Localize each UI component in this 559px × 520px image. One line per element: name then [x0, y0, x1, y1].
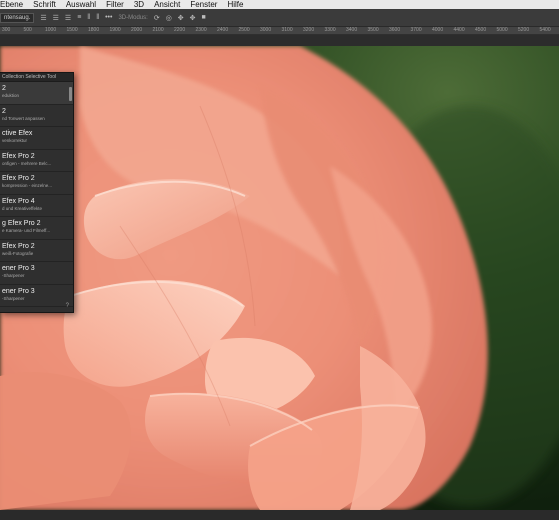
panel-item-dfine[interactable]: 2 eduktion — [0, 82, 73, 105]
menu-fenster[interactable]: Fenster — [190, 0, 217, 9]
panel-item-title: g Efex Pro 2 — [2, 220, 41, 227]
ruler-tick: 4400 — [453, 27, 465, 33]
ruler-tick: 3000 — [260, 27, 272, 33]
panel-item-title: Efex Pro 4 — [2, 197, 35, 205]
panel-item-title: Efex Pro 2 — [2, 175, 35, 182]
3d-mode-label: 3D-Modus: — [118, 14, 148, 21]
ruler-tick: 1800 — [88, 27, 100, 33]
ruler-tick: 3700 — [410, 27, 422, 33]
panel-item-hdr-efex-merge[interactable]: Efex Pro 2 onfigen - mehrere Belc... — [0, 150, 73, 172]
ruler-tick: 1500 — [66, 27, 78, 33]
distribute-vertical-icon[interactable]: ‖ — [87, 14, 90, 21]
distribute-icon[interactable]: ≡ — [77, 14, 81, 21]
menu-3d[interactable]: 3D — [134, 0, 144, 9]
ruler-tick: 3100 — [281, 27, 293, 33]
nik-collection-panel: Collection Selective Tool 2 eduktion 2 n… — [0, 72, 74, 313]
ruler-tick: 500 — [23, 27, 32, 33]
rose-photo — [0, 46, 559, 510]
ruler-tick: 300 — [2, 27, 11, 33]
ruler-tick: 3600 — [389, 27, 401, 33]
ruler-tick: 1900 — [109, 27, 121, 33]
panel-item-silver-efex[interactable]: Efex Pro 2 weiß-Fotografie — [0, 240, 73, 262]
ruler-tick: 3400 — [346, 27, 358, 33]
drag-3d-icon[interactable]: ✥ — [178, 14, 184, 22]
panel-item-title: Efex Pro 2 — [2, 242, 35, 250]
panel-item-subtitle: -Sharpener — [2, 295, 25, 301]
options-label[interactable]: ntensaug. — [0, 12, 35, 23]
panel-header: Collection Selective Tool — [0, 73, 73, 82]
align-center-icon[interactable]: ☰ — [53, 14, 59, 22]
panel-item-title: 2 — [2, 107, 6, 115]
panel-scrollbar[interactable] — [69, 87, 72, 101]
more-icon[interactable]: ••• — [105, 14, 112, 21]
panel-item-subtitle: -Sharpener — [2, 273, 25, 278]
ruler-tick: 5000 — [496, 27, 508, 33]
ruler-tick: 2000 — [131, 27, 143, 33]
camera-3d-icon[interactable]: ■ — [202, 14, 206, 21]
panel-item-color-efex[interactable]: Efex Pro 4 d und Kreativeffekte — [0, 195, 73, 217]
roll-3d-icon[interactable]: ◎ — [166, 14, 172, 22]
ruler-tick: 3300 — [324, 27, 336, 33]
panel-item-title: ener Pro 3 — [2, 287, 35, 295]
ruler-tick: 2100 — [152, 27, 164, 33]
menu-ebene[interactable]: Ebene — [0, 0, 23, 9]
panel-item-analog-efex[interactable]: g Efex Pro 2 e Kamera- und Filmeff... — [0, 217, 73, 240]
status-bar — [0, 510, 559, 520]
menu-schrift[interactable]: Schrift — [33, 0, 56, 9]
menu-ansicht[interactable]: Ansicht — [154, 0, 180, 9]
panel-item-viveza[interactable]: 2 nd Tonwert anpassen — [0, 105, 73, 127]
menu-filter[interactable]: Filter — [106, 0, 124, 9]
panel-item-title: Efex Pro 2 — [2, 152, 35, 160]
ruler-tick: 4000 — [432, 27, 444, 33]
panel-item-title: ener Pro 3 — [2, 265, 35, 272]
rotate-3d-icon[interactable]: ⟳ — [154, 14, 160, 22]
panel-item-sharpener-raw[interactable]: ener Pro 3 -Sharpener — [0, 262, 73, 285]
panel-item-subtitle: onfigen - mehrere Belc... — [2, 160, 52, 166]
menu-hilfe[interactable]: Hilfe — [227, 0, 243, 9]
panel-item-title: ctive Efex — [2, 130, 33, 137]
menu-auswahl[interactable]: Auswahl — [66, 0, 96, 9]
ruler-tick: 2200 — [174, 27, 186, 33]
panel-item-hdr-efex-single[interactable]: Efex Pro 2 kompression - einzelne... — [0, 172, 73, 195]
panel-item-subtitle: e Kamera- und Filmeff... — [2, 228, 51, 233]
ruler-tick: 1000 — [45, 27, 57, 33]
panel-item-subtitle: kompression - einzelne... — [2, 183, 53, 188]
panel-item-sharpener-output[interactable]: ener Pro 3 -Sharpener — [0, 285, 73, 307]
panel-item-subtitle: d und Kreativeffekte — [2, 205, 42, 211]
document-tab-strip — [0, 35, 559, 46]
image-canvas[interactable] — [0, 46, 559, 510]
panel-item-subtitle: eduktion — [2, 93, 20, 98]
distribute-horizontal-icon[interactable]: ‖ — [96, 14, 99, 21]
horizontal-ruler: 300 500 1000 1500 1800 1900 2000 2100 2200 2300 24… — [0, 27, 559, 35]
panel-item-subtitle: weiß-Fotografie — [2, 250, 34, 256]
help-icon[interactable]: ? — [66, 303, 69, 309]
ruler-tick: 3500 — [367, 27, 379, 33]
panel-item-title: 2 — [2, 85, 6, 92]
align-right-icon[interactable]: ☰ — [65, 14, 71, 22]
panel-item-subtitle: venkorrektur — [2, 138, 28, 143]
menu-bar: Ebene Schrift Auswahl Filter 3D Ansicht … — [0, 0, 559, 9]
ruler-tick: 2400 — [217, 27, 229, 33]
options-bar: ntensaug. ☰ ☰ ☰ ≡ ‖ ‖ ••• 3D-Modus: ⟳ ◎ … — [0, 9, 559, 27]
ruler-tick: 2300 — [195, 27, 207, 33]
ruler-tick: 5200 — [518, 27, 530, 33]
ruler-tick: 4500 — [475, 27, 487, 33]
panel-item-selective-efex[interactable]: ctive Efex venkorrektur — [0, 127, 73, 150]
ruler-tick: 3200 — [303, 27, 315, 33]
panel-item-subtitle: nd Tonwert anpassen — [2, 115, 45, 121]
slide-3d-icon[interactable]: ✥ — [190, 14, 196, 22]
ruler-tick: 5400 — [539, 27, 551, 33]
align-left-icon[interactable]: ☰ — [40, 14, 46, 22]
ruler-tick: 2500 — [238, 27, 250, 33]
